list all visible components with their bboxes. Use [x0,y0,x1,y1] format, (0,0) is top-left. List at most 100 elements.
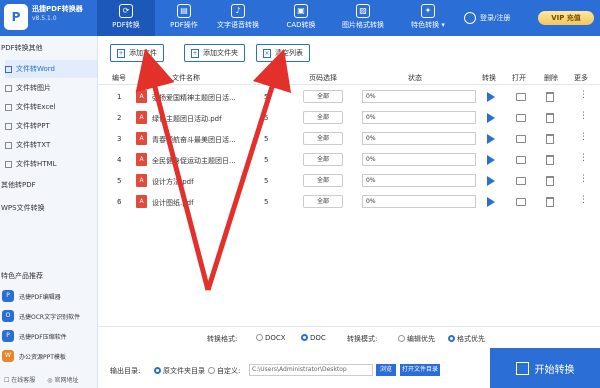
ppt-icon [5,122,12,130]
start-convert-button[interactable]: 开始转换 [490,348,600,388]
folder-icon[interactable] [516,93,526,101]
sidebar-section-wps[interactable]: WPS文件转换 [0,199,98,217]
delete-icon[interactable] [546,155,554,165]
play-icon[interactable] [487,92,495,102]
sidebar-item-to-txt[interactable]: 文件转TXT [5,136,97,154]
pdf-file-icon: A [136,195,147,208]
promo-ppt-template[interactable]: W 办公资源PPT模板 [2,348,96,364]
bottom-links: ☐ 在线客服 ◎ 官网地址 [4,375,78,384]
output-source-radio[interactable]: 原文件夹目录 [154,366,205,376]
col-name: 文件名称 [172,74,200,82]
col-index: 编号 [112,74,126,82]
start-icon [515,361,529,375]
col-page-select: 页码选择 [309,74,337,82]
row-file-name: 绿色主题团日活动.pdf [152,115,222,123]
tab-special[interactable]: ✦ 特色转换 ▾ [396,0,460,36]
col-status: 状态 [408,74,422,82]
delete-icon[interactable] [546,176,554,186]
table-row[interactable]: 5 A 设计方法.pdf 5 全部 0% ⋮ [98,171,600,192]
tab-image-format[interactable]: ▨ 图片格式转换 [330,0,396,36]
folder-icon[interactable] [516,156,526,164]
row-file-name: 弘扬爱国精神主题团日活... [152,94,236,102]
add-file-button[interactable]: + 添加文件 [110,44,164,62]
mode-edit-radio[interactable]: 编辑优先 [398,334,435,344]
delete-icon[interactable] [546,197,554,207]
play-icon[interactable] [487,113,495,123]
ocr-icon: O [2,310,14,322]
row-pages: 5 [264,198,269,206]
promo-pdf-editor[interactable]: P 迅捷PDF编辑器 [2,288,96,304]
sidebar-section-pdf-to-other[interactable]: PDF转换其他 [0,39,98,57]
progress-bar: 0% [362,195,476,208]
add-folder-icon: + [191,48,199,58]
open-folder-button[interactable]: 打开文件目录 [400,364,440,376]
page-select-dropdown[interactable]: 全部 [303,111,343,124]
row-index: 1 [117,93,122,101]
folder-icon[interactable] [516,135,526,143]
sidebar-item-to-ppt[interactable]: 文件转PPT [5,117,97,135]
play-icon[interactable] [487,176,495,186]
website-link[interactable]: ◎ 官网地址 [47,375,78,384]
support-link[interactable]: ☐ 在线客服 [4,375,35,384]
more-icon[interactable]: ⋮ [579,90,588,100]
format-docx-radio[interactable]: DOCX [256,334,286,342]
table-row[interactable]: 1 A 弘扬爱国精神主题团日活... 5 全部 0% ⋮ [98,87,600,108]
sidebar-item-to-word[interactable]: 文件转Word [5,60,97,78]
play-icon[interactable] [487,197,495,207]
folder-icon[interactable] [516,198,526,206]
delete-icon[interactable] [546,92,554,102]
output-path-input[interactable]: C:\Users\Administrator\Desktop [249,364,373,376]
page-select-dropdown[interactable]: 全部 [303,90,343,103]
promo-pdf-compress[interactable]: P 迅捷PDF压缩软件 [2,328,96,344]
app-version: v8.5.1.0 [32,15,57,22]
delete-icon[interactable] [546,134,554,144]
row-index: 3 [117,135,122,143]
add-folder-button[interactable]: + 添加文件夹 [184,44,245,62]
compress-icon: P [2,330,14,342]
play-icon[interactable] [487,134,495,144]
pdf-file-icon: A [136,153,147,166]
clear-list-button[interactable]: × 清空列表 [256,44,310,62]
ppt-template-icon: W [2,350,14,362]
folder-icon[interactable] [516,114,526,122]
table-row[interactable]: 2 A 绿色主题团日活动.pdf 5 全部 0% ⋮ [98,108,600,129]
sidebar-section-other-to-pdf[interactable]: 其他转PDF [0,176,98,194]
tab-cad[interactable]: ▣ CAD转换 [272,0,330,36]
page-select-dropdown[interactable]: 全部 [303,195,343,208]
sidebar-item-to-html[interactable]: 文件转HTML [5,155,97,173]
output-custom-radio[interactable]: 自定义: [208,366,240,376]
table-row[interactable]: 4 A 全民健身促运动主题团日... 5 全部 0% ⋮ [98,150,600,171]
progress-bar: 0% [362,174,476,187]
row-pages: 5 [264,156,269,164]
page-select-dropdown[interactable]: 全部 [303,153,343,166]
delete-icon[interactable] [546,113,554,123]
more-icon[interactable]: ⋮ [579,174,588,184]
tab-pdf-convert[interactable]: ⟳ PDF转换 [97,0,155,36]
vip-button[interactable]: VIP 充值 [538,11,594,25]
more-icon[interactable]: ⋮ [579,111,588,121]
sidebar-item-to-excel[interactable]: 文件转Excel [5,98,97,116]
page-select-dropdown[interactable]: 全部 [303,174,343,187]
output-label: 输出目录: [110,367,141,375]
browse-button[interactable]: 浏览 [376,364,396,376]
mode-label: 转换模式: [347,335,378,343]
mode-format-radio[interactable]: 格式优先 [448,334,485,344]
play-icon[interactable] [487,155,495,165]
tab-text-speech[interactable]: ♪ 文字语音转换 [205,0,271,36]
table-row[interactable]: 3 A 青春领航奋斗最美团日活... 5 全部 0% ⋮ [98,129,600,150]
pdf-editor-icon: P [2,290,14,302]
promo-ocr[interactable]: O 迅捷OCR文字识别软件 [2,308,96,324]
row-file-name: 全民健身促运动主题团日... [152,157,236,165]
folder-icon[interactable] [516,177,526,185]
page-select-dropdown[interactable]: 全部 [303,132,343,145]
login-button[interactable]: 登录/注册 [464,12,510,24]
html-icon [5,160,12,168]
top-bar: P 迅捷PDF转换器 v8.5.1.0 ⟳ PDF转换 ▤ PDF操作 ♪ 文字语音转… [0,0,600,36]
col-convert: 转换 [482,74,496,82]
more-icon[interactable]: ⋮ [579,132,588,142]
more-icon[interactable]: ⋮ [579,153,588,163]
format-doc-radio[interactable]: DOC [301,334,326,342]
sidebar-item-to-image[interactable]: 文件转图片 [5,79,97,97]
more-icon[interactable]: ⋮ [579,195,588,205]
table-row[interactable]: 6 A 设计图纸.pdf 5 全部 0% ⋮ [98,192,600,213]
